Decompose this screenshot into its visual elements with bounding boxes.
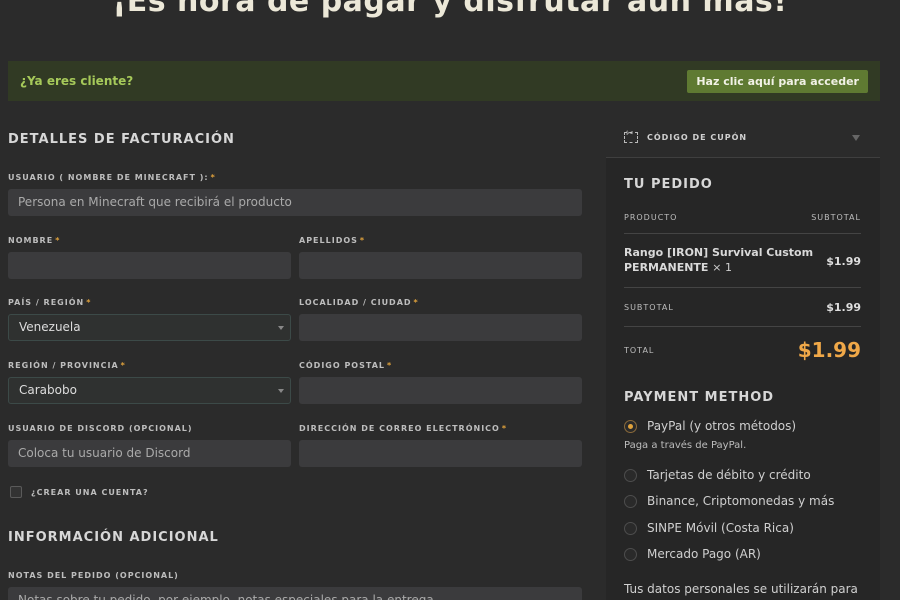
privacy-notice: Tus datos personales se utilizarán para — [624, 582, 858, 596]
payment-description: Paga a través de PayPal. — [624, 440, 747, 451]
discord-input[interactable]: Coloca tu usuario de Discord — [8, 440, 291, 467]
create-account-label: ¿CREAR UNA CUENTA? — [31, 488, 149, 497]
returning-customer-bar: ¿Ya eres cliente? Haz clic aquí para acc… — [8, 61, 880, 101]
chevron-down-icon — [278, 389, 284, 393]
state-select-value: Carabobo — [19, 383, 77, 397]
city-label: LOCALIDAD / CIUDAD * — [299, 298, 419, 307]
login-button[interactable]: Haz clic aquí para acceder — [687, 69, 868, 93]
state-select[interactable]: Carabobo — [8, 377, 291, 404]
order-product-price: $1.99 — [826, 255, 861, 268]
email-input[interactable] — [299, 440, 582, 467]
divider — [624, 287, 861, 288]
coupon-label: CÓDIGO DE CUPÓN — [647, 133, 748, 142]
discord-label: USUARIO DE DISCORD (OPCIONAL) — [8, 424, 193, 433]
page-hero-title: ¡Es hora de pagar y disfrutar aún más! — [112, 0, 788, 19]
order-product-quantity: × 1 — [712, 261, 733, 274]
payment-radio-sinpe[interactable] — [624, 522, 637, 535]
postcode-input[interactable] — [299, 377, 582, 404]
last-name-label: APELLIDOS * — [299, 236, 366, 245]
payment-label-cards[interactable]: Tarjetas de débito y crédito — [647, 468, 811, 482]
payment-label-sinpe[interactable]: SINPE Móvil (Costa Rica) — [647, 521, 794, 535]
order-notes-label: NOTAS DEL PEDIDO (OPCIONAL) — [8, 571, 179, 580]
payment-radio-cards[interactable] — [624, 469, 637, 482]
order-notes-textarea[interactable]: Notas sobre tu pedido, por ejemplo, nota… — [8, 587, 582, 600]
subtotal-column-header: SUBTOTAL — [811, 213, 861, 222]
payment-radio-paypal[interactable] — [624, 420, 637, 433]
billing-section-title: DETALLES DE FACTURACIÓN — [8, 132, 235, 147]
payment-label-mercadopago[interactable]: Mercado Pago (AR) — [647, 547, 761, 561]
postcode-label: CÓDIGO POSTAL * — [299, 361, 393, 370]
last-name-input[interactable] — [299, 252, 582, 279]
email-label: DIRECCIÓN DE CORREO ELECTRÓNICO * — [299, 424, 508, 433]
total-value: $1.99 — [797, 338, 861, 362]
chevron-down-icon — [278, 326, 284, 330]
state-label: REGIÓN / PROVINCIA * — [8, 361, 126, 370]
payment-radio-mercadopago[interactable] — [624, 548, 637, 561]
order-product-name: Rango [IRON] Survival Custom PERMANENTE … — [624, 246, 814, 274]
order-review: TU PEDIDO PRODUCTO SUBTOTAL Rango [IRON]… — [606, 158, 880, 600]
payment-radio-binance[interactable] — [624, 495, 637, 508]
username-label: USUARIO ( NOMBRE DE MINECRAFT ): * — [8, 173, 216, 182]
minecraft-username-input[interactable]: Persona en Minecraft que recibirá el pro… — [8, 189, 582, 216]
first-name-label: NOMBRE * — [8, 236, 61, 245]
divider — [624, 233, 861, 234]
returning-customer-prompt: ¿Ya eres cliente? — [20, 74, 134, 88]
total-label: TOTAL — [624, 346, 655, 355]
country-select-value: Venezuela — [19, 320, 81, 334]
create-account-checkbox[interactable] — [10, 486, 22, 498]
first-name-input[interactable] — [8, 252, 291, 279]
payment-label-binance[interactable]: Binance, Criptomonedas y más — [647, 494, 834, 508]
coupon-toggle[interactable]: CÓDIGO DE CUPÓN — [606, 118, 880, 158]
product-column-header: PRODUCTO — [624, 213, 678, 222]
chevron-down-icon — [852, 135, 860, 141]
country-select[interactable]: Venezuela — [8, 314, 291, 341]
payment-method-title: PAYMENT METHOD — [624, 390, 775, 405]
coupon-scissors-icon — [624, 129, 638, 143]
additional-info-title: INFORMACIÓN ADICIONAL — [8, 530, 219, 545]
city-input[interactable] — [299, 314, 582, 341]
subtotal-value: $1.99 — [826, 301, 861, 314]
country-label: PAÍS / REGIÓN * — [8, 298, 92, 307]
order-title: TU PEDIDO — [624, 177, 713, 192]
payment-label-paypal[interactable]: PayPal (y otros métodos) — [647, 419, 796, 433]
order-sidebar: CÓDIGO DE CUPÓN TU PEDIDO PRODUCTO SUBTO… — [606, 118, 880, 600]
subtotal-label: SUBTOTAL — [624, 303, 674, 312]
divider — [624, 326, 861, 327]
